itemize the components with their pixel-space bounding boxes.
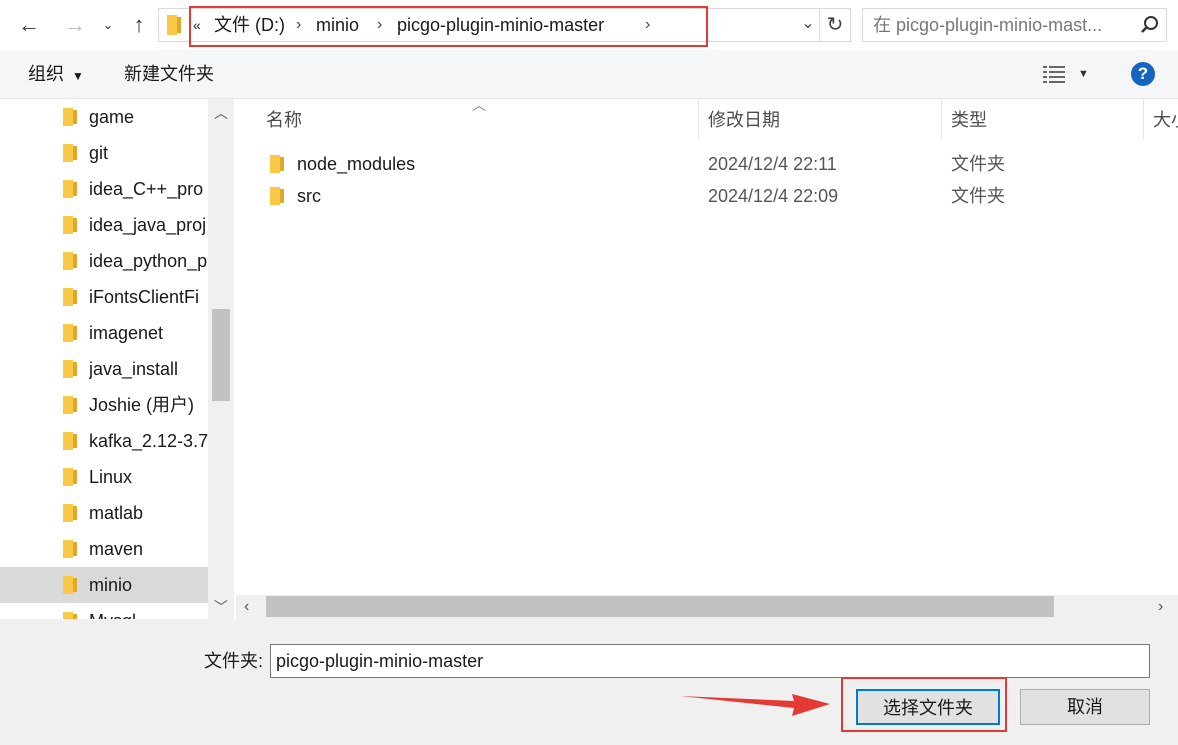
scroll-right-arrow-icon[interactable]: › — [1158, 595, 1163, 619]
dropdown-caret-icon: ▼ — [72, 69, 84, 83]
nav-item-label: minio — [89, 575, 133, 595]
nav-item-imagenet[interactable]: imagenet — [0, 315, 208, 351]
column-divider[interactable] — [941, 99, 942, 139]
navigation-pane: game git idea_C++_pro idea_java_proj ide… — [0, 99, 234, 619]
refresh-icon[interactable]: ↻ — [820, 8, 851, 42]
help-icon[interactable]: ? — [1131, 62, 1155, 86]
nav-item-label: kafka_2.12-3.7 — [89, 431, 208, 451]
nav-item-idea-python[interactable]: idea_python_p — [0, 243, 208, 279]
nav-item-label: iFontsClientFi — [89, 287, 200, 307]
annotation-arrow-icon — [680, 694, 830, 716]
nav-item-maven[interactable]: maven — [0, 531, 208, 567]
nav-item-java-install[interactable]: java_install — [0, 351, 208, 387]
nav-item-idea-java[interactable]: idea_java_proj — [0, 207, 208, 243]
file-date: 2024/12/4 22:11 — [708, 154, 837, 174]
view-options-icon[interactable] — [1043, 65, 1065, 83]
nav-item-git[interactable]: git — [0, 135, 208, 171]
file-name: node_modules — [297, 154, 416, 174]
nav-item-label: java_install — [89, 359, 179, 379]
organize-label: 组织 — [28, 64, 64, 84]
folder-icon — [63, 216, 77, 234]
scroll-down-arrow-icon[interactable]: ﹀ — [208, 597, 234, 617]
file-type: 文件夹 — [951, 186, 1005, 206]
folder-icon — [63, 108, 77, 126]
folder-icon — [63, 144, 77, 162]
scroll-up-arrow-icon[interactable]: ︿ — [208, 103, 234, 123]
back-arrow-icon[interactable]: ← — [14, 0, 44, 50]
file-type: 文件夹 — [951, 154, 1005, 174]
nav-item-idea-cpp[interactable]: idea_C++_pro — [0, 171, 208, 207]
folder-icon — [270, 187, 284, 205]
nav-item-label: idea_C++_pro — [89, 179, 204, 199]
folder-icon — [63, 468, 77, 486]
up-arrow-icon[interactable]: ↑ — [124, 0, 154, 50]
folder-icon — [63, 504, 77, 522]
table-row[interactable]: src 2024/12/4 22:09 文件夹 — [236, 180, 1178, 212]
folder-icon — [63, 288, 77, 306]
nav-item-label: Linux — [89, 467, 133, 487]
nav-item-minio[interactable]: minio — [0, 567, 208, 603]
nav-item-label: Joshie (用户) — [89, 395, 195, 415]
file-date: 2024/12/4 22:09 — [708, 186, 839, 206]
view-dropdown-caret-icon[interactable]: ▼ — [1078, 50, 1089, 98]
column-header-name[interactable]: 名称 — [266, 99, 302, 139]
annotation-highlight-box — [189, 6, 708, 47]
folder-icon — [63, 360, 77, 378]
nav-item-label: game — [89, 107, 135, 127]
nav-item-game[interactable]: game — [0, 99, 208, 135]
column-header-type[interactable]: 类型 — [951, 99, 987, 139]
list-scroll-thumb[interactable] — [266, 596, 1054, 617]
new-folder-button[interactable]: 新建文件夹 — [124, 50, 214, 98]
nav-item-mysql[interactable]: Mysql — [0, 603, 208, 619]
folder-icon — [167, 15, 181, 35]
organize-menu[interactable]: 组织 ▼ — [28, 50, 84, 100]
search-icon[interactable] — [1140, 15, 1160, 35]
nav-item-linux[interactable]: Linux — [0, 459, 208, 495]
folder-icon — [63, 612, 77, 619]
nav-item-label: matlab — [89, 503, 144, 523]
sort-ascending-icon: ︿ — [472, 97, 486, 113]
forward-arrow-icon[interactable]: → — [60, 0, 90, 50]
list-horizontal-scrollbar[interactable]: ‹ › — [236, 595, 1178, 619]
folder-icon — [270, 155, 284, 173]
nav-item-label: maven — [89, 539, 144, 559]
nav-item-label: imagenet — [89, 323, 164, 343]
command-toolbar: 组织 ▼ 新建文件夹 ▼ ? — [0, 50, 1178, 99]
folder-icon — [63, 180, 77, 198]
nav-item-joshie[interactable]: Joshie (用户) — [0, 387, 208, 423]
column-header-size[interactable]: 大小 — [1153, 99, 1178, 139]
annotation-highlight-box — [841, 677, 1007, 732]
column-divider[interactable] — [698, 99, 699, 139]
column-divider[interactable] — [1143, 99, 1144, 139]
nav-item-kafka[interactable]: kafka_2.12-3.7 — [0, 423, 208, 459]
column-header-date[interactable]: 修改日期 — [708, 99, 780, 139]
search-box[interactable]: 在 picgo-plugin-minio-mast... — [862, 8, 1167, 42]
nav-item-label: git — [89, 143, 109, 163]
cancel-button[interactable]: 取消 — [1020, 689, 1150, 725]
address-dropdown-icon[interactable]: ⌄ — [796, 8, 820, 40]
folder-icon — [63, 252, 77, 270]
folder-icon — [63, 576, 77, 594]
folder-icon — [63, 324, 77, 342]
nav-scroll-thumb[interactable] — [212, 309, 230, 401]
scroll-left-arrow-icon[interactable]: ‹ — [244, 595, 249, 619]
search-input[interactable]: 在 picgo-plugin-minio-mast... — [873, 9, 1128, 41]
folder-icon — [63, 540, 77, 558]
recent-locations-chevron-icon[interactable]: ⌄ — [98, 0, 118, 50]
nav-item-matlab[interactable]: matlab — [0, 495, 208, 531]
nav-item-label: Mysql — [89, 603, 208, 619]
nav-item-label: idea_java_proj — [89, 215, 207, 235]
folder-name-input[interactable] — [270, 644, 1150, 678]
table-row[interactable]: node_modules 2024/12/4 22:11 文件夹 — [236, 148, 1178, 180]
file-name: src — [297, 186, 321, 206]
folder-field-label: 文件夹: — [204, 651, 264, 671]
folder-icon — [63, 396, 77, 414]
file-list: ︿ 名称 修改日期 类型 大小 node_modules 2024/12/4 2… — [236, 97, 1178, 619]
nav-item-ifontsclient[interactable]: iFontsClientFi — [0, 279, 208, 315]
nav-item-label: idea_python_p — [89, 251, 208, 271]
folder-icon — [63, 432, 77, 450]
